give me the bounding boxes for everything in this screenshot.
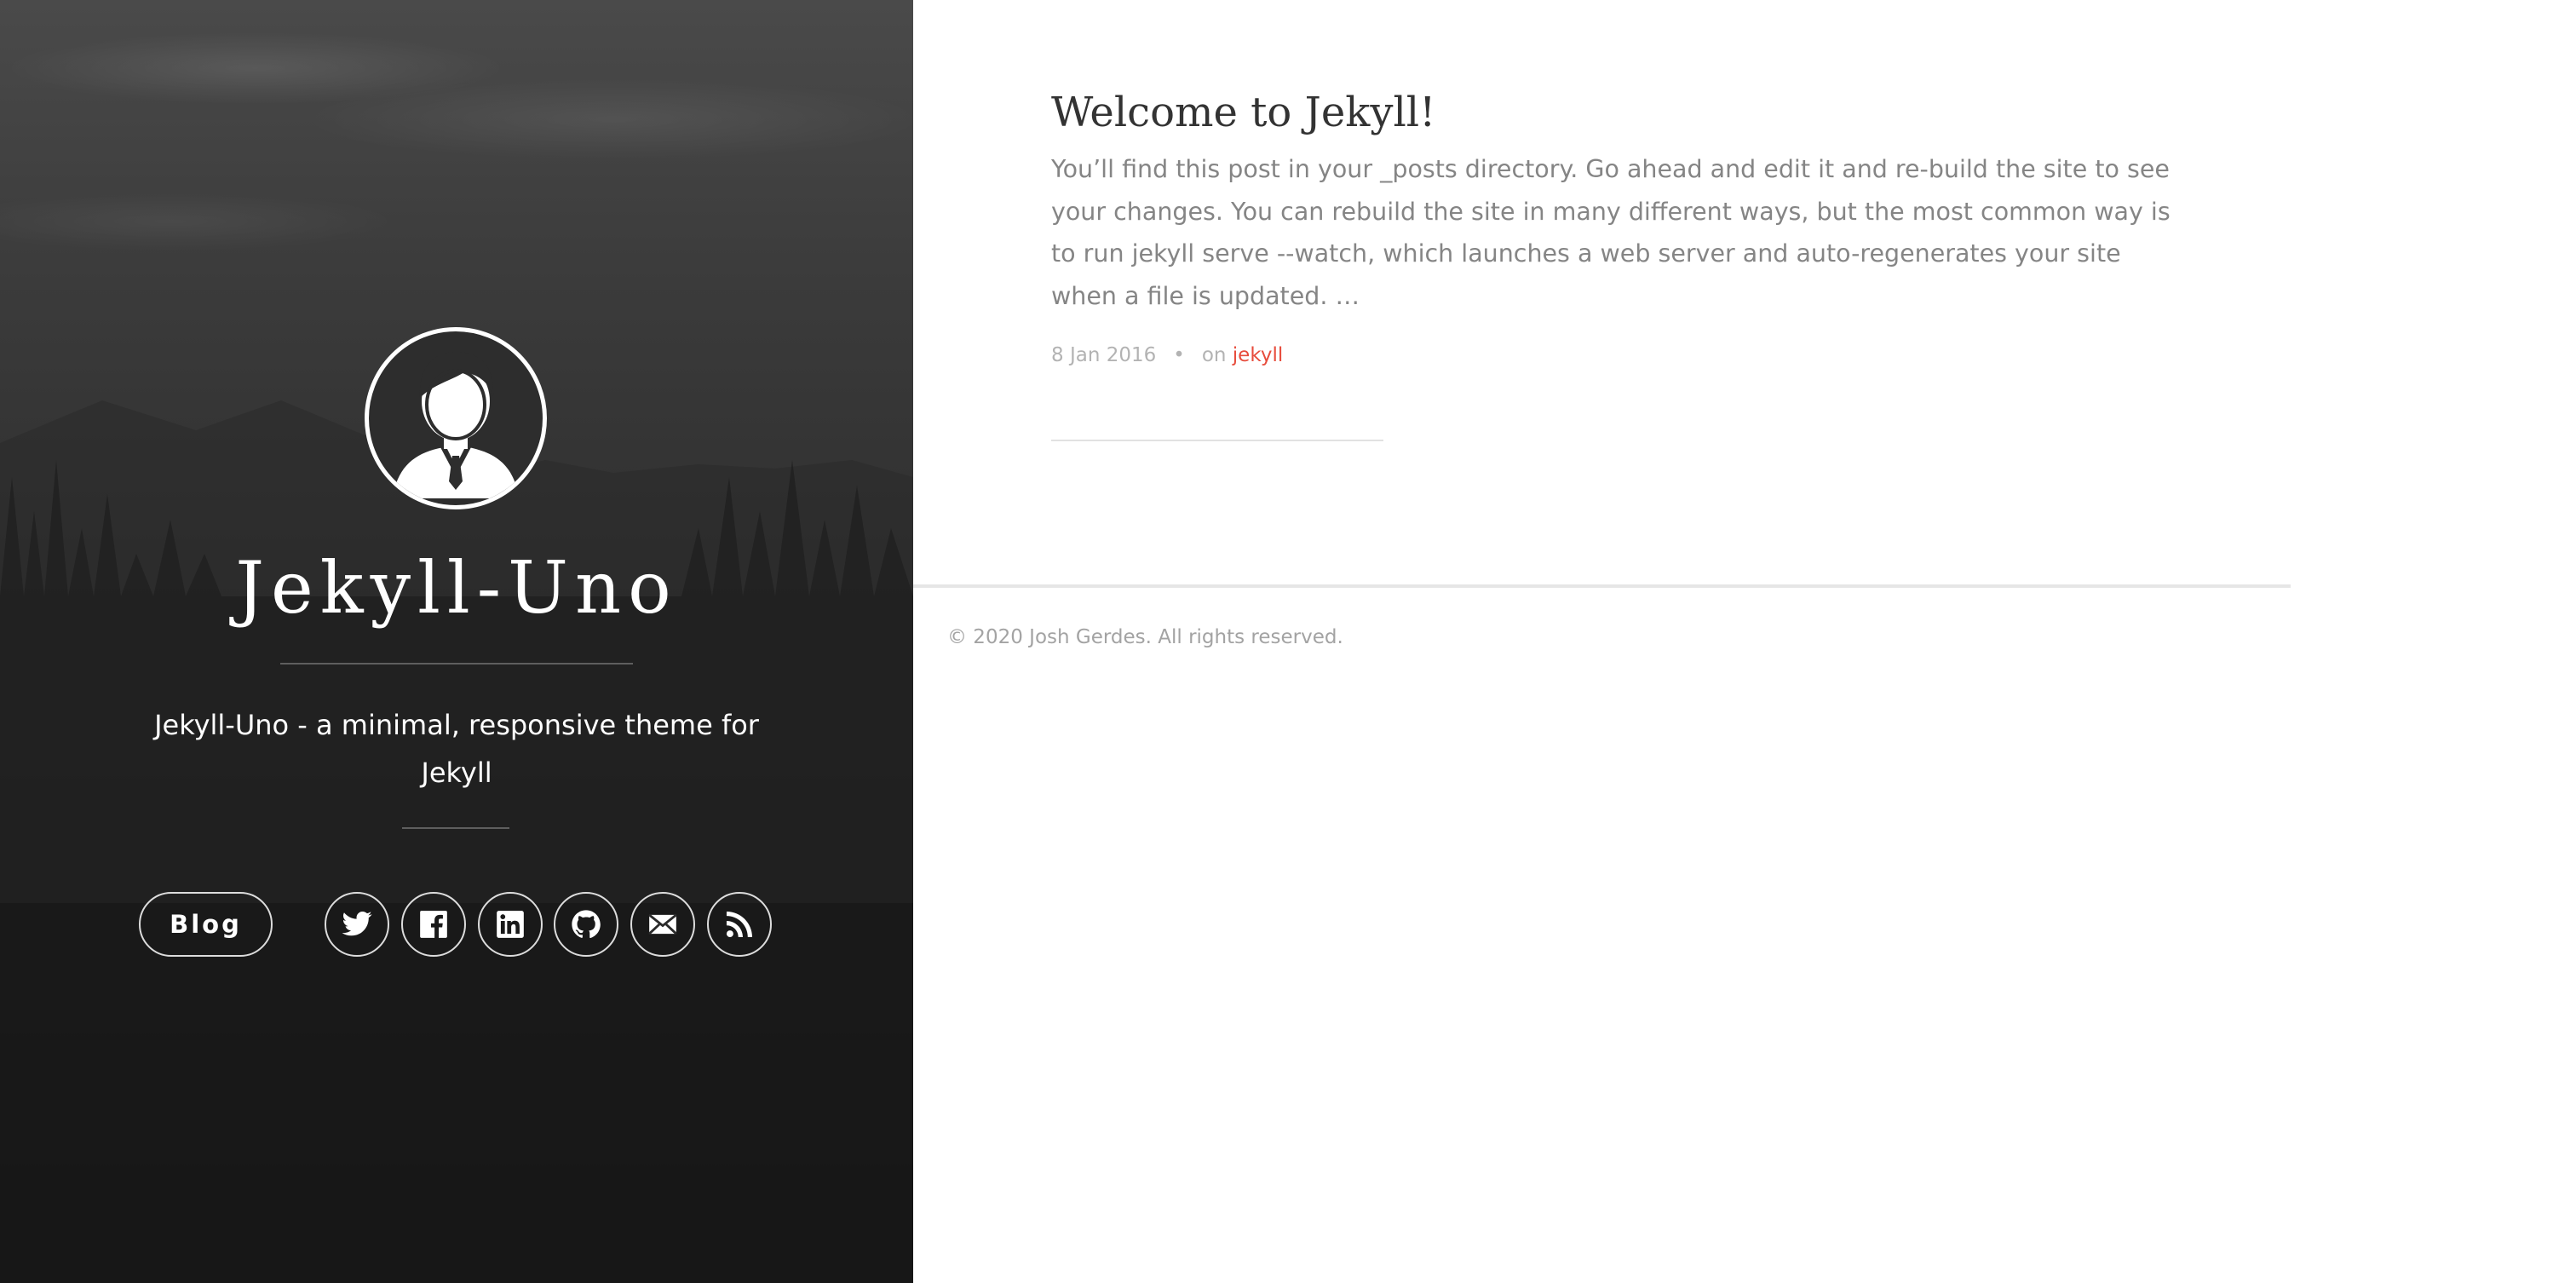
person-icon <box>393 352 519 498</box>
rss-link[interactable] <box>707 892 772 957</box>
post-meta: 8 Jan 2016 • on jekyll <box>1051 342 1283 368</box>
post-tag-link[interactable]: jekyll <box>1233 344 1283 366</box>
sidebar: Jekyll-Uno Jekyll-Uno - a minimal, respo… <box>0 0 913 1283</box>
avatar <box>365 327 547 509</box>
post-divider <box>1051 440 1383 441</box>
tagline-divider <box>402 827 509 829</box>
facebook-link[interactable] <box>401 892 466 957</box>
footer-copyright: © 2020 Josh Gerdes. All rights reserved. <box>947 626 1343 648</box>
twitter-icon <box>342 911 372 936</box>
rss-icon <box>726 911 753 938</box>
site-title[interactable]: Jekyll-Uno <box>0 545 913 630</box>
meta-separator: • <box>1173 344 1185 366</box>
post-on-label: on <box>1201 344 1227 366</box>
site-tagline: Jekyll-Uno - a minimal, responsive theme… <box>154 709 759 789</box>
twitter-link[interactable] <box>325 892 389 957</box>
linkedin-icon <box>497 911 524 938</box>
email-link[interactable] <box>630 892 695 957</box>
main-content: Welcome to Jekyll! You’ll find this post… <box>913 0 2576 1283</box>
forest-background-image <box>0 400 913 1283</box>
post-date: 8 Jan 2016 <box>1051 344 1157 366</box>
post-title[interactable]: Welcome to Jekyll! <box>1051 82 1435 143</box>
blog-button[interactable]: Blog <box>139 892 273 957</box>
email-icon <box>648 913 677 935</box>
footer-divider <box>913 584 2291 588</box>
github-icon <box>572 910 601 939</box>
linkedin-link[interactable] <box>478 892 543 957</box>
title-divider <box>280 663 633 665</box>
post-excerpt: You’ll find this post in your _posts dir… <box>1051 155 2171 310</box>
facebook-icon <box>420 911 447 938</box>
github-link[interactable] <box>554 892 618 957</box>
